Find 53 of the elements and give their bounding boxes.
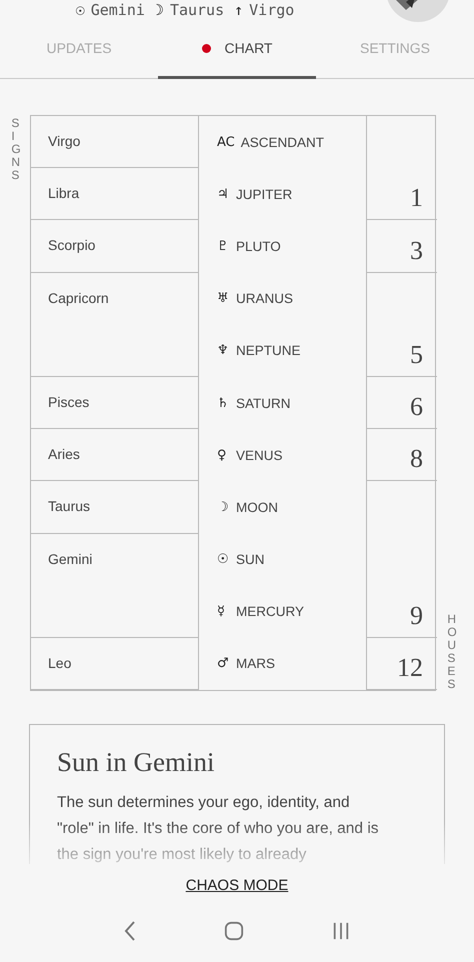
planet-symbol-icon: ☉	[217, 552, 230, 568]
house-number: 12	[397, 655, 423, 682]
sign-name: Virgo	[48, 133, 80, 149]
planet-name: JUPITER	[236, 186, 292, 202]
house-number: 5	[410, 342, 423, 368]
sign-name: Taurus	[48, 498, 90, 514]
houses-label: HOUSES	[448, 613, 456, 692]
sign-name: Capricorn	[48, 290, 109, 306]
planet-symbol-icon: ♆	[217, 343, 230, 358]
home-icon[interactable]	[224, 921, 244, 942]
planet-symbol-icon: ♃	[217, 186, 230, 202]
signs-label: SIGNS	[12, 117, 20, 182]
house-number: 3	[410, 238, 423, 264]
house-number: 6	[410, 394, 423, 420]
planet-name: SUN	[236, 552, 265, 568]
placement-symbol: ↑	[234, 1, 244, 19]
placement-symbol: ☽	[154, 1, 164, 19]
planet-name: NEPTUNE	[236, 343, 301, 358]
recents-icon[interactable]	[332, 922, 350, 940]
house-number: 9	[410, 602, 423, 629]
card-text: The sun determines your ego, identity, and "role" in life. It's the core of who you are, and is the sign you're most likely to already	[57, 793, 379, 864]
sign-name: Leo	[48, 654, 72, 671]
tab[interactable]: CHART	[158, 20, 316, 79]
placement-sign: Taurus	[170, 1, 224, 19]
house-number: 1	[410, 185, 423, 212]
sign-name: Libra	[48, 185, 80, 202]
planet-name: VENUS	[236, 448, 283, 463]
house-number: 8	[410, 446, 423, 472]
planet-symbol-icon: ♄	[217, 396, 230, 411]
sign-name: Pisces	[48, 394, 90, 410]
planet-symbol-icon: ♂	[217, 656, 230, 672]
sign-name: Gemini	[48, 550, 92, 566]
sign-name: Scorpio	[48, 237, 96, 254]
planet-symbol-icon: AC	[217, 134, 235, 150]
planet-name: MOON	[236, 500, 278, 515]
planet-name: SATURN	[236, 396, 291, 411]
planet-symbol-icon: ☽	[217, 500, 230, 515]
planet-symbol-icon: ☿	[217, 604, 230, 620]
placement-symbol: ☉	[76, 1, 85, 19]
planet-symbol-icon: ♇	[217, 238, 230, 254]
back-icon[interactable]	[124, 920, 136, 942]
planet-name: URANUS	[236, 291, 294, 306]
chaos-mode-link[interactable]: CHAOS MODE	[186, 877, 288, 894]
placement-sign: Gemini	[90, 1, 145, 19]
placement-sign: Virgo	[249, 1, 294, 19]
planet-name: MERCURY	[236, 604, 304, 620]
planet-name: PLUTO	[236, 238, 281, 254]
card-title: Sun in Gemini	[57, 747, 216, 778]
planet-name: MARS	[236, 656, 276, 672]
planet-symbol-icon: ♅	[217, 291, 230, 306]
planet-name: ASCENDANT	[240, 134, 324, 150]
planet-symbol-icon: ♀	[217, 448, 230, 463]
sign-name: Aries	[48, 446, 80, 462]
